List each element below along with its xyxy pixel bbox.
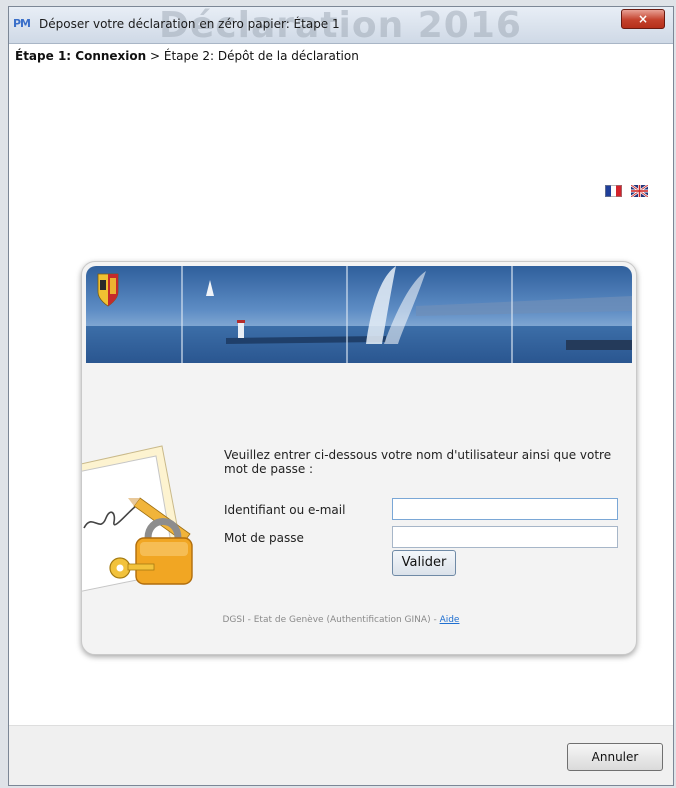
window-title: Déposer votre déclaration en zéro papier… <box>39 17 340 31</box>
password-input[interactable] <box>392 526 618 548</box>
title-bar[interactable]: Déclaration 2016 PM Déposer votre déclar… <box>9 7 673 46</box>
username-label: Identifiant ou e-mail <box>224 503 346 517</box>
close-icon: × <box>637 12 649 26</box>
geneva-lake-banner <box>86 266 632 363</box>
help-link[interactable]: Aide <box>440 615 460 625</box>
cancel-button[interactable]: Annuler <box>567 743 663 771</box>
close-button[interactable]: × <box>621 9 665 29</box>
username-input[interactable] <box>392 498 618 520</box>
flag-uk-icon[interactable] <box>631 184 649 197</box>
dialog-window: Déclaration 2016 PM Déposer votre déclar… <box>8 6 674 786</box>
flag-france-icon[interactable] <box>605 184 622 197</box>
login-panel: Veuillez entrer ci-dessous votre nom d'u… <box>81 261 637 655</box>
page-footer: DGSI - Etat de Genève (Authentification … <box>9 615 673 625</box>
language-selector <box>601 180 649 199</box>
login-instructions: Veuillez entrer ci-dessous votre nom d'u… <box>224 448 612 476</box>
submit-button[interactable]: Valider <box>392 550 456 576</box>
main-content: Veuillez entrer ci-dessous votre nom d'u… <box>9 69 673 725</box>
breadcrumb-step-2: Étape 2: Dépôt de la déclaration <box>163 49 359 63</box>
footer-text: DGSI - Etat de Genève (Authentification … <box>222 615 440 625</box>
login-padlock-illustration <box>82 445 193 592</box>
app-icon: PM <box>13 17 31 30</box>
breadcrumb-step-1: Étape 1: Connexion <box>15 49 147 63</box>
password-label: Mot de passe <box>224 531 304 545</box>
breadcrumb: Étape 1: Connexion > Étape 2: Dépôt de l… <box>9 44 673 68</box>
dialog-action-bar: Annuler <box>9 725 673 785</box>
breadcrumb-separator: > <box>146 49 164 63</box>
